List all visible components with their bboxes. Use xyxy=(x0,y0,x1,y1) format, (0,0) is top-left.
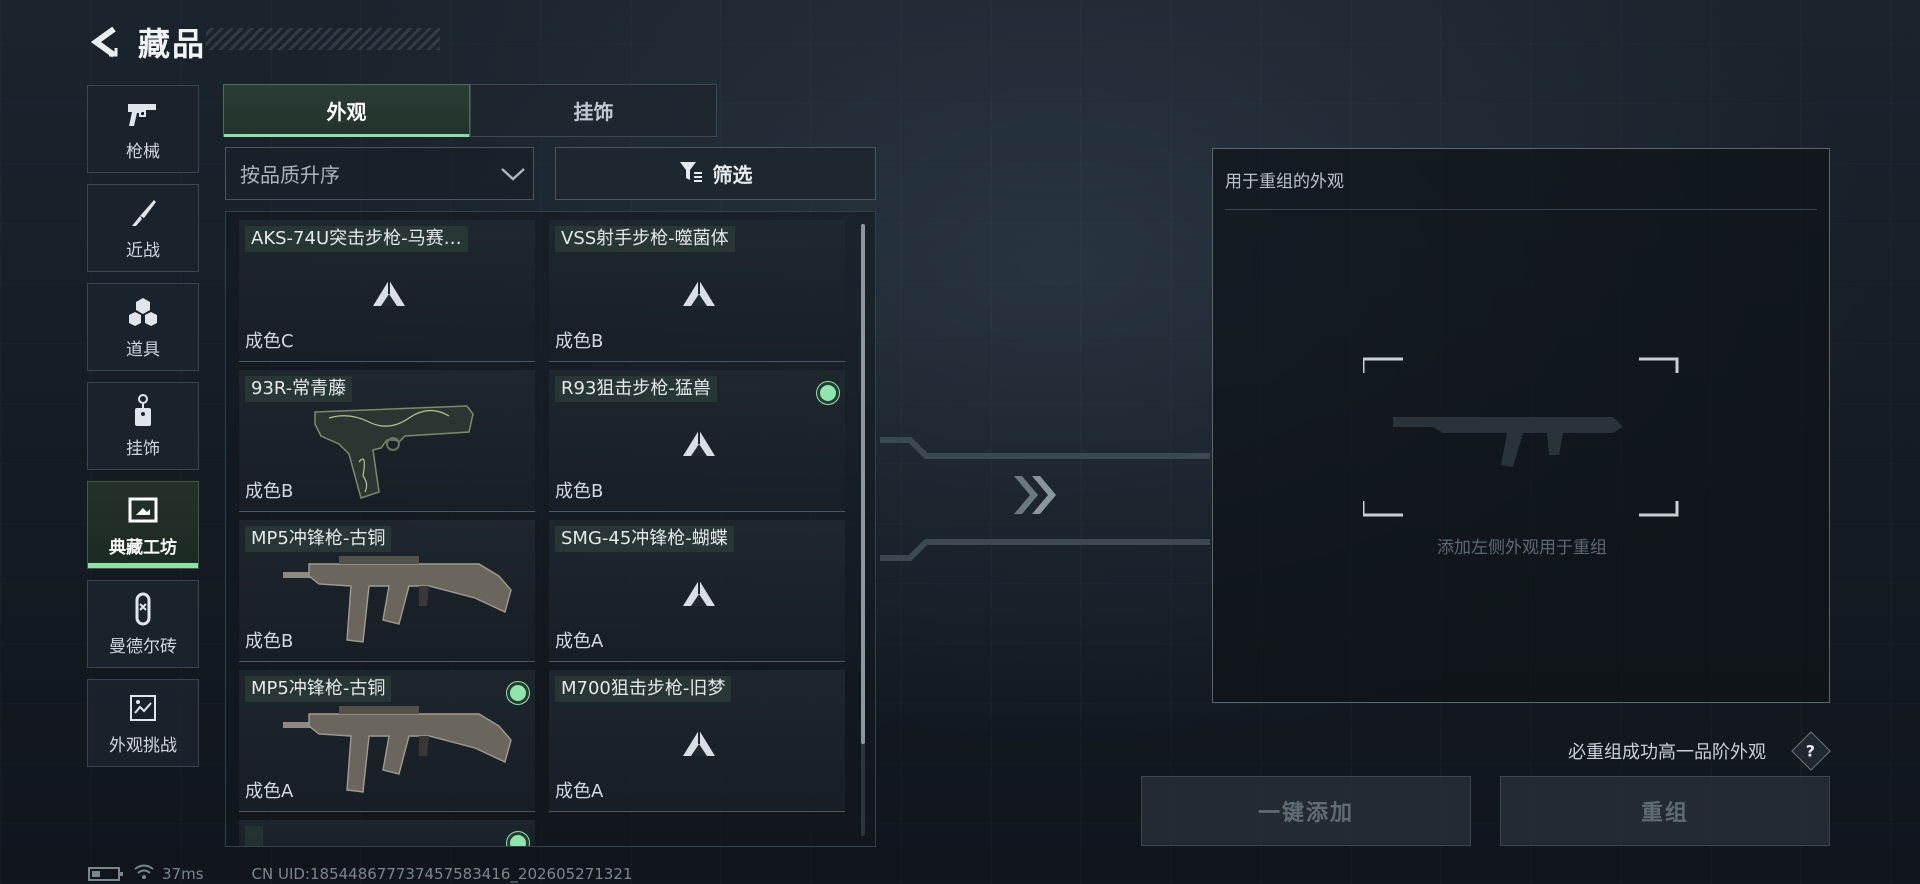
skin-card[interactable]: MP5冲锋枪-古铜 成色B xyxy=(239,520,535,662)
skin-grade: 成色B xyxy=(245,481,294,502)
knife-icon xyxy=(126,196,160,230)
battery-icon xyxy=(88,867,123,881)
workshop-frame-icon xyxy=(126,493,160,527)
placeholder-triangle-icon xyxy=(683,580,715,606)
selected-indicator xyxy=(817,382,839,404)
filter-icon xyxy=(679,161,703,187)
skin-card[interactable]: MP5冲锋枪-古铜 成色A xyxy=(239,670,535,812)
skin-grade: 成色A xyxy=(555,781,604,802)
recombine-button[interactable]: 重组 xyxy=(1500,776,1830,846)
recombine-hint: 添加左侧外观用于重组 xyxy=(1437,538,1607,558)
sidebar-item-brick[interactable]: 曼德尔砖 xyxy=(87,580,199,668)
skin-card[interactable] xyxy=(239,820,535,846)
selected-indicator xyxy=(507,682,529,704)
placeholder-triangle-icon xyxy=(683,730,715,756)
wifi-icon xyxy=(134,864,154,884)
sidebar-item-label: 外观挑战 xyxy=(109,735,177,756)
skin-name: AKS-74U突击步枪-马赛… xyxy=(245,226,468,252)
skin-grade: 成色C xyxy=(245,331,294,352)
skin-name: SMG-45冲锋枪-蝴蝶 xyxy=(555,526,734,552)
sidebar-item-label: 枪械 xyxy=(126,141,160,162)
skin-card[interactable]: VSS射手步枪-噬菌体 成色B xyxy=(549,220,845,362)
skin-name: VSS射手步枪-噬菌体 xyxy=(555,226,735,252)
skin-name: 93R-常青藤 xyxy=(245,376,353,402)
challenge-icon xyxy=(126,691,160,725)
skin-name-partial xyxy=(245,826,263,846)
sidebar-item-charms[interactable]: 挂饰 xyxy=(87,382,199,470)
skin-name: M700狙击步枪-旧梦 xyxy=(555,676,732,702)
brick-icon xyxy=(126,592,160,626)
page-title: 藏品 xyxy=(138,25,207,63)
sidebar-item-label: 挂饰 xyxy=(126,438,160,459)
chevron-down-icon xyxy=(493,166,533,182)
smg-mp5-image xyxy=(283,706,512,793)
filter-label: 筛选 xyxy=(712,163,753,187)
placeholder-triangle-icon xyxy=(683,430,715,456)
filter-button[interactable]: 筛选 xyxy=(555,147,876,200)
header: 藏品 xyxy=(88,16,206,68)
double-chevron-right-icon xyxy=(1014,476,1056,514)
status-bar: 37ms CN UID:18544867773745758341​6_20260… xyxy=(88,864,632,884)
smg-mp5-image xyxy=(283,556,512,643)
skin-card[interactable]: AKS-74U突击步枪-马赛… 成色C xyxy=(239,220,535,362)
sidebar-item-guns[interactable]: 枪械 xyxy=(87,85,199,173)
tab-charms[interactable]: 挂饰 xyxy=(470,84,717,137)
sidebar-item-label: 道具 xyxy=(126,339,160,360)
recombine-panel-title: 用于重组的外观 xyxy=(1225,172,1344,192)
sidebar-item-label: 典藏工坊 xyxy=(109,537,177,558)
placeholder-triangle-icon xyxy=(683,280,715,306)
skin-card[interactable]: M700狙击步枪-旧梦 成色A xyxy=(549,670,845,812)
ping-value: 37ms xyxy=(162,865,204,883)
skin-grade: 成色A xyxy=(555,631,604,652)
recombine-slot[interactable] xyxy=(1363,357,1679,517)
skin-grade: 成色A xyxy=(245,781,294,802)
skin-name: MP5冲锋枪-古铜 xyxy=(245,526,392,552)
recombine-panel: 用于重组的外观 添加左侧外观用于重组 xyxy=(1212,148,1830,703)
user-uid: CN UID:18544867773745758341​6_2026052713… xyxy=(251,865,633,883)
skin-grid: AKS-74U突击步枪-马赛… 成色C VSS射手步枪-噬菌体 成色B 93R-… xyxy=(225,211,876,847)
category-sidebar: 枪械 近战 道具 挂饰 典藏工坊 曼德尔砖 外观挑战 xyxy=(87,85,199,778)
grenade-cluster-icon xyxy=(126,295,160,329)
add-all-button[interactable]: 一键添加 xyxy=(1141,776,1471,846)
help-icon[interactable]: ? xyxy=(1791,731,1831,771)
skin-name: R93狙击步枪-猛兽 xyxy=(555,376,717,402)
pistol-93r-image xyxy=(314,405,474,499)
skin-grade: 成色B xyxy=(555,331,604,352)
title-decoration xyxy=(206,28,440,50)
skin-card[interactable]: R93狙击步枪-猛兽 成色B xyxy=(549,370,845,512)
panel-divider xyxy=(1225,209,1817,210)
sidebar-item-workshop[interactable]: 典藏工坊 xyxy=(87,481,199,569)
tab-appearance[interactable]: 外观 xyxy=(223,84,470,137)
placeholder-triangle-icon xyxy=(373,280,405,306)
skin-card[interactable]: SMG-45冲锋枪-蝴蝶 成色A xyxy=(549,520,845,662)
sidebar-item-challenge[interactable]: 外观挑战 xyxy=(87,679,199,767)
back-arrow-icon[interactable] xyxy=(88,25,122,59)
grid-scrollbar[interactable] xyxy=(861,224,865,836)
upgrade-note: 必重组成功高一品阶外观 xyxy=(1568,742,1766,763)
sidebar-item-gear[interactable]: 道具 xyxy=(87,283,199,371)
help-label: ? xyxy=(1806,741,1816,761)
sort-dropdown[interactable]: 按品质升序 xyxy=(225,147,534,200)
content-tabs: 外观 挂饰 xyxy=(223,84,717,137)
pistol-icon xyxy=(126,97,160,131)
sort-value: 按品质升序 xyxy=(240,163,340,187)
skin-grade: 成色B xyxy=(245,631,294,652)
sidebar-item-label: 近战 xyxy=(126,240,160,261)
charm-icon xyxy=(126,393,160,428)
skin-name: MP5冲锋枪-古铜 xyxy=(245,676,392,702)
sidebar-item-melee[interactable]: 近战 xyxy=(87,184,199,272)
scrollbar-thumb[interactable] xyxy=(861,224,865,744)
skin-card[interactable]: 93R-常青藤 成色B xyxy=(239,370,535,512)
skin-grade: 成色B xyxy=(555,481,604,502)
selected-indicator xyxy=(507,832,529,846)
sidebar-item-label: 曼德尔砖 xyxy=(109,636,177,657)
